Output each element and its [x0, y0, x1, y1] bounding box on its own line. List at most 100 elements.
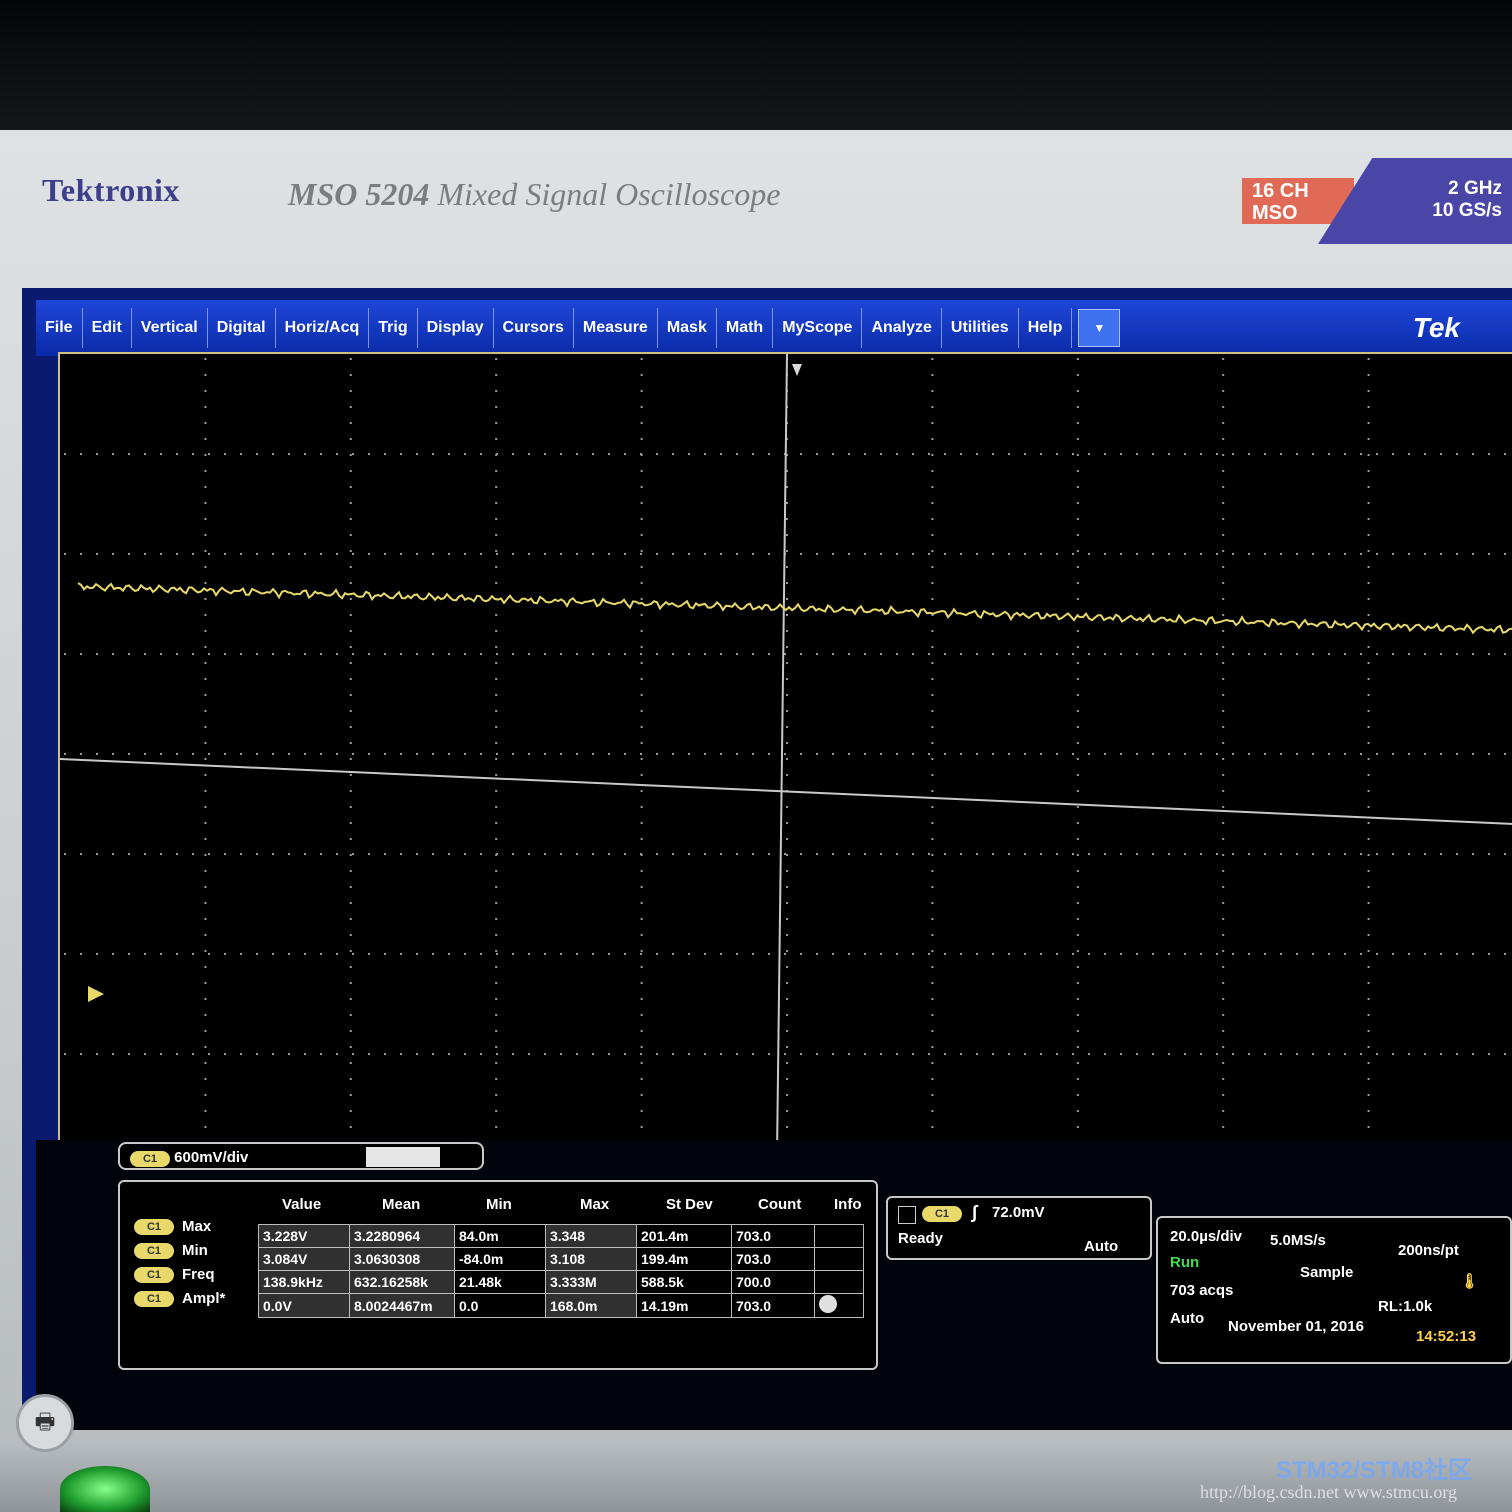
grid-dot — [1222, 950, 1225, 952]
channel1-readout[interactable]: C1 600mV/div — [118, 1142, 484, 1170]
grid-dot — [1312, 653, 1314, 655]
grid-dot — [1076, 1046, 1079, 1048]
menu-analyze[interactable]: Analyze — [862, 308, 942, 348]
grid-dot — [1136, 453, 1138, 455]
grid-dot — [495, 758, 498, 760]
grid-dot — [1222, 422, 1225, 424]
grid-dot — [1076, 422, 1079, 424]
grid-dot — [1440, 953, 1442, 955]
menu-dropdown-icon[interactable]: ▼ — [1078, 309, 1121, 347]
menu-cursors[interactable]: Cursors — [494, 308, 574, 348]
menu-trig[interactable]: Trig — [369, 308, 418, 348]
grid-dot — [349, 838, 352, 840]
grid-dot — [1376, 553, 1378, 555]
grid-dot — [864, 653, 866, 655]
menu-mask[interactable]: Mask — [658, 308, 717, 348]
grid-dot — [80, 1053, 82, 1055]
grid-dot — [1408, 753, 1410, 755]
grid-dot — [992, 1053, 994, 1055]
meas-channel-pill: C1 — [134, 1266, 174, 1283]
grid-dot — [1344, 653, 1346, 655]
grid-dot — [1472, 853, 1474, 855]
menu-utilities[interactable]: Utilities — [942, 308, 1019, 348]
menu-display[interactable]: Display — [418, 308, 494, 348]
grid-dot — [1222, 838, 1225, 840]
grid-dot — [204, 678, 207, 680]
grid-dot — [931, 886, 934, 888]
menu-file[interactable]: File — [36, 308, 83, 348]
grid-dot — [349, 630, 352, 632]
grid-dot — [931, 934, 934, 936]
grid-dot — [1392, 453, 1394, 455]
grid-dot — [144, 853, 146, 855]
grid-dot — [560, 1053, 562, 1055]
grid-dot — [1367, 774, 1370, 776]
grid-dot — [931, 1046, 934, 1048]
grid-dot — [495, 1078, 498, 1080]
grid-dot — [320, 453, 322, 455]
trigger-readout[interactable]: C1 ∫ 72.0mV Ready Auto — [886, 1196, 1152, 1260]
grid-dot — [495, 1094, 498, 1096]
grid-dot — [608, 653, 610, 655]
grid-dot — [224, 753, 226, 755]
menu-edit[interactable]: Edit — [83, 308, 132, 348]
printer-icon[interactable]: 🖶 — [16, 1394, 74, 1452]
grid-dot — [352, 953, 354, 955]
menu-horiz-acq[interactable]: Horiz/Acq — [276, 308, 370, 348]
grid-dot — [992, 953, 994, 955]
grid-dot — [256, 853, 258, 855]
grid-dot — [672, 853, 674, 855]
grid-dot — [786, 662, 788, 664]
grid-dot — [1222, 934, 1225, 936]
grid-dot — [64, 853, 66, 855]
grid-dot — [1367, 662, 1370, 664]
grid-dot — [1076, 726, 1079, 728]
menu-digital[interactable]: Digital — [208, 308, 276, 348]
table-cell: 632.16258k — [349, 1270, 455, 1294]
grid-dot — [640, 934, 643, 936]
grid-dot — [349, 806, 352, 808]
measurement-panel[interactable]: C1 Max C1 Min C1 Freq C1 Ampl* Value Mean Mi… — [118, 1180, 878, 1370]
menu-myscope[interactable]: MyScope — [773, 308, 863, 348]
grid-dot — [720, 1053, 722, 1055]
grid-dot — [368, 753, 370, 755]
grid-dot — [495, 774, 498, 776]
grid-dot — [640, 953, 642, 955]
menu-help[interactable]: Help — [1019, 308, 1073, 348]
grid-dot — [832, 453, 834, 455]
table-cell: 14.19m — [636, 1293, 732, 1318]
grid-dot — [96, 853, 98, 855]
grid-dot — [931, 406, 934, 408]
grid-dot — [1367, 902, 1370, 904]
menu-measure[interactable]: Measure — [574, 308, 658, 348]
meas-header-max: Max — [580, 1196, 610, 1213]
grid-dot — [931, 950, 934, 952]
grid-dot — [848, 553, 850, 555]
menu-math[interactable]: Math — [717, 308, 774, 348]
grid-dot — [1488, 1053, 1490, 1055]
grid-dot — [495, 822, 498, 824]
grid-dot — [672, 953, 674, 955]
grid-dot — [1504, 1053, 1506, 1055]
grid-dot — [688, 453, 690, 455]
grid-dot — [224, 653, 226, 655]
grid-dot — [768, 1053, 770, 1055]
grid-dot — [192, 953, 194, 955]
grid-dot — [992, 453, 994, 455]
menu-vertical[interactable]: Vertical — [132, 308, 208, 348]
grid-dot — [1076, 742, 1079, 744]
info-cell[interactable] — [814, 1293, 864, 1318]
grid-dot — [1222, 790, 1225, 792]
meas-header-info: Info — [834, 1196, 862, 1213]
grid-dot — [1076, 678, 1079, 680]
grid-dot — [608, 553, 610, 555]
grid-dot — [64, 653, 66, 655]
grid-dot — [480, 753, 482, 755]
acquisition-readout[interactable]: 20.0µs/div 5.0MS/s 200ns/pt Run Sample 7… — [1156, 1216, 1512, 1364]
grid-dot — [495, 1110, 498, 1112]
grid-dot — [204, 422, 207, 424]
grid-dot — [1264, 753, 1266, 755]
grid-dot — [1367, 518, 1370, 520]
grid-dot — [848, 453, 850, 455]
power-icon[interactable] — [60, 1466, 150, 1512]
